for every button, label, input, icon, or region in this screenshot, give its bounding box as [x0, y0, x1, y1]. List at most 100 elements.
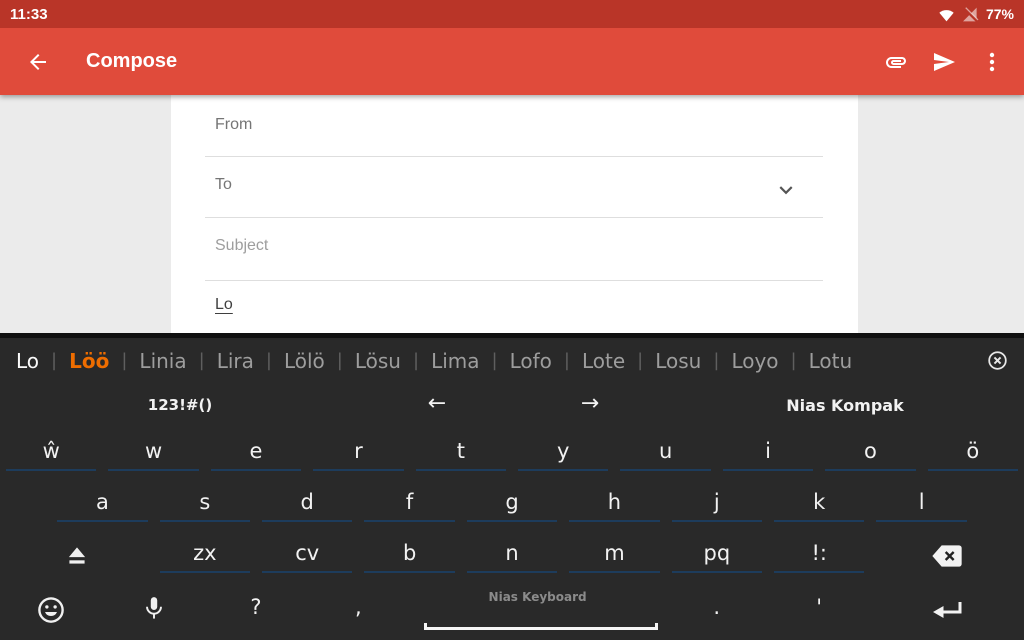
symbols-key[interactable]: 123!#(): [148, 396, 212, 414]
key-underline: [620, 469, 710, 471]
to-field[interactable]: To: [215, 176, 232, 194]
key-label: l: [919, 490, 925, 520]
key-pq[interactable]: pq: [666, 530, 768, 581]
emoji-key[interactable]: [0, 581, 102, 639]
key-label: f: [406, 490, 413, 520]
key-label: ': [816, 595, 822, 625]
suggestion-separator: |: [564, 350, 570, 371]
key-label: ,: [355, 595, 362, 625]
overflow-menu-button[interactable]: [968, 38, 1016, 86]
microphone-icon: [141, 595, 167, 625]
period-key[interactable]: .: [666, 581, 768, 639]
key-underline: [825, 469, 915, 471]
app-bar: Compose: [0, 28, 1024, 95]
key-label: ŵ: [43, 439, 60, 469]
key-punct[interactable]: !:: [768, 530, 870, 581]
compose-card: From To Subject Lo: [171, 95, 858, 338]
key-u[interactable]: u: [614, 428, 716, 479]
key-label: cv: [295, 541, 319, 571]
key-w[interactable]: w: [102, 428, 204, 479]
key-label: s: [199, 490, 210, 520]
key-underline: [569, 571, 659, 573]
key-underline: [774, 520, 864, 522]
clock: 11:33: [10, 6, 48, 23]
voice-input-key[interactable]: [102, 581, 204, 639]
suggestion-loyo[interactable]: Loyo: [731, 349, 778, 373]
wifi-icon: [938, 7, 955, 22]
status-icons: 77%: [938, 6, 1014, 22]
key-label: b: [403, 541, 416, 571]
suggestion-löö[interactable]: Löö: [69, 349, 109, 373]
key-b[interactable]: b: [358, 530, 460, 581]
key-r[interactable]: r: [307, 428, 409, 479]
key-k[interactable]: k: [768, 479, 870, 530]
cursor-right-key[interactable]: →: [581, 391, 599, 416]
from-field[interactable]: From: [215, 116, 252, 134]
key-label: u: [659, 439, 672, 469]
suggestion-linia[interactable]: Linia: [139, 349, 186, 373]
suggestion-lotu[interactable]: Lotu: [809, 349, 853, 373]
apostrophe-key[interactable]: ': [768, 581, 870, 639]
comma-key[interactable]: ,: [307, 581, 409, 639]
suggestion-separator: |: [713, 350, 719, 371]
key-label: t: [457, 439, 465, 469]
enter-key[interactable]: [870, 581, 1024, 639]
back-button[interactable]: [14, 38, 62, 86]
key-cv[interactable]: cv: [256, 530, 358, 581]
space-key-label: Nias Keyboard: [410, 590, 666, 604]
keys-row-3-mid: zx cv b nmpq!:: [154, 530, 871, 581]
key-label: .: [713, 595, 720, 625]
back-arrow-icon: [26, 50, 50, 74]
key-ö[interactable]: ö: [922, 428, 1024, 479]
key-n[interactable]: n: [461, 530, 563, 581]
key-zx[interactable]: zx: [154, 530, 256, 581]
cursor-left-key[interactable]: ←: [428, 391, 446, 416]
key-d[interactable]: d: [256, 479, 358, 530]
key-underline: [160, 520, 250, 522]
key-a[interactable]: a: [51, 479, 153, 530]
key-o[interactable]: o: [819, 428, 921, 479]
question-mark-key[interactable]: ?: [205, 581, 307, 639]
key-m[interactable]: m: [563, 530, 665, 581]
suggestion-separator: |: [337, 350, 343, 371]
suggestion-lofo[interactable]: Lofo: [510, 349, 552, 373]
no-signal-icon: [962, 7, 979, 22]
key-s[interactable]: s: [154, 479, 256, 530]
key-t[interactable]: t: [410, 428, 512, 479]
send-button[interactable]: [920, 38, 968, 86]
key-g[interactable]: g: [461, 479, 563, 530]
suggestion-bar: Lo|Löö|Linia|Lira|Lölö|Lösu|Lima|Lofo|Lo…: [0, 338, 1024, 383]
subject-field[interactable]: Subject: [215, 237, 268, 255]
backspace-key[interactable]: [870, 530, 1024, 581]
key-f[interactable]: f: [358, 479, 460, 530]
app-bar-actions: [872, 38, 1024, 86]
key-ŵ[interactable]: ŵ: [0, 428, 102, 479]
key-underline: [672, 571, 762, 573]
key-underline: [262, 520, 352, 522]
message-body-field[interactable]: Lo: [215, 296, 233, 314]
expand-recipients-button[interactable]: [773, 177, 799, 203]
key-underline: [416, 469, 506, 471]
suggestion-lölö[interactable]: Lölö: [284, 349, 325, 373]
suggestion-lo[interactable]: Lo: [16, 349, 39, 373]
suggestion-lima[interactable]: Lima: [431, 349, 479, 373]
key-label: g: [505, 490, 518, 520]
suggestion-lote[interactable]: Lote: [582, 349, 625, 373]
space-key[interactable]: Nias Keyboard: [410, 581, 666, 639]
close-suggestions-button[interactable]: [987, 350, 1008, 371]
shift-key[interactable]: [0, 530, 154, 581]
key-y[interactable]: y: [512, 428, 614, 479]
suggestion-lira[interactable]: Lira: [217, 349, 254, 373]
key-l[interactable]: l: [870, 479, 972, 530]
attach-file-button[interactable]: [872, 38, 920, 86]
key-j[interactable]: j: [666, 479, 768, 530]
key-underline: [928, 469, 1018, 471]
suggestion-losu[interactable]: Losu: [655, 349, 701, 373]
suggestion-lösu[interactable]: Lösu: [355, 349, 401, 373]
key-underline: [364, 520, 454, 522]
key-i[interactable]: i: [717, 428, 819, 479]
key-e[interactable]: e: [205, 428, 307, 479]
key-label: y: [557, 439, 569, 469]
key-h[interactable]: h: [563, 479, 665, 530]
keyboard-function-row: 123!#() ← → Nias Kompak: [0, 383, 1024, 428]
